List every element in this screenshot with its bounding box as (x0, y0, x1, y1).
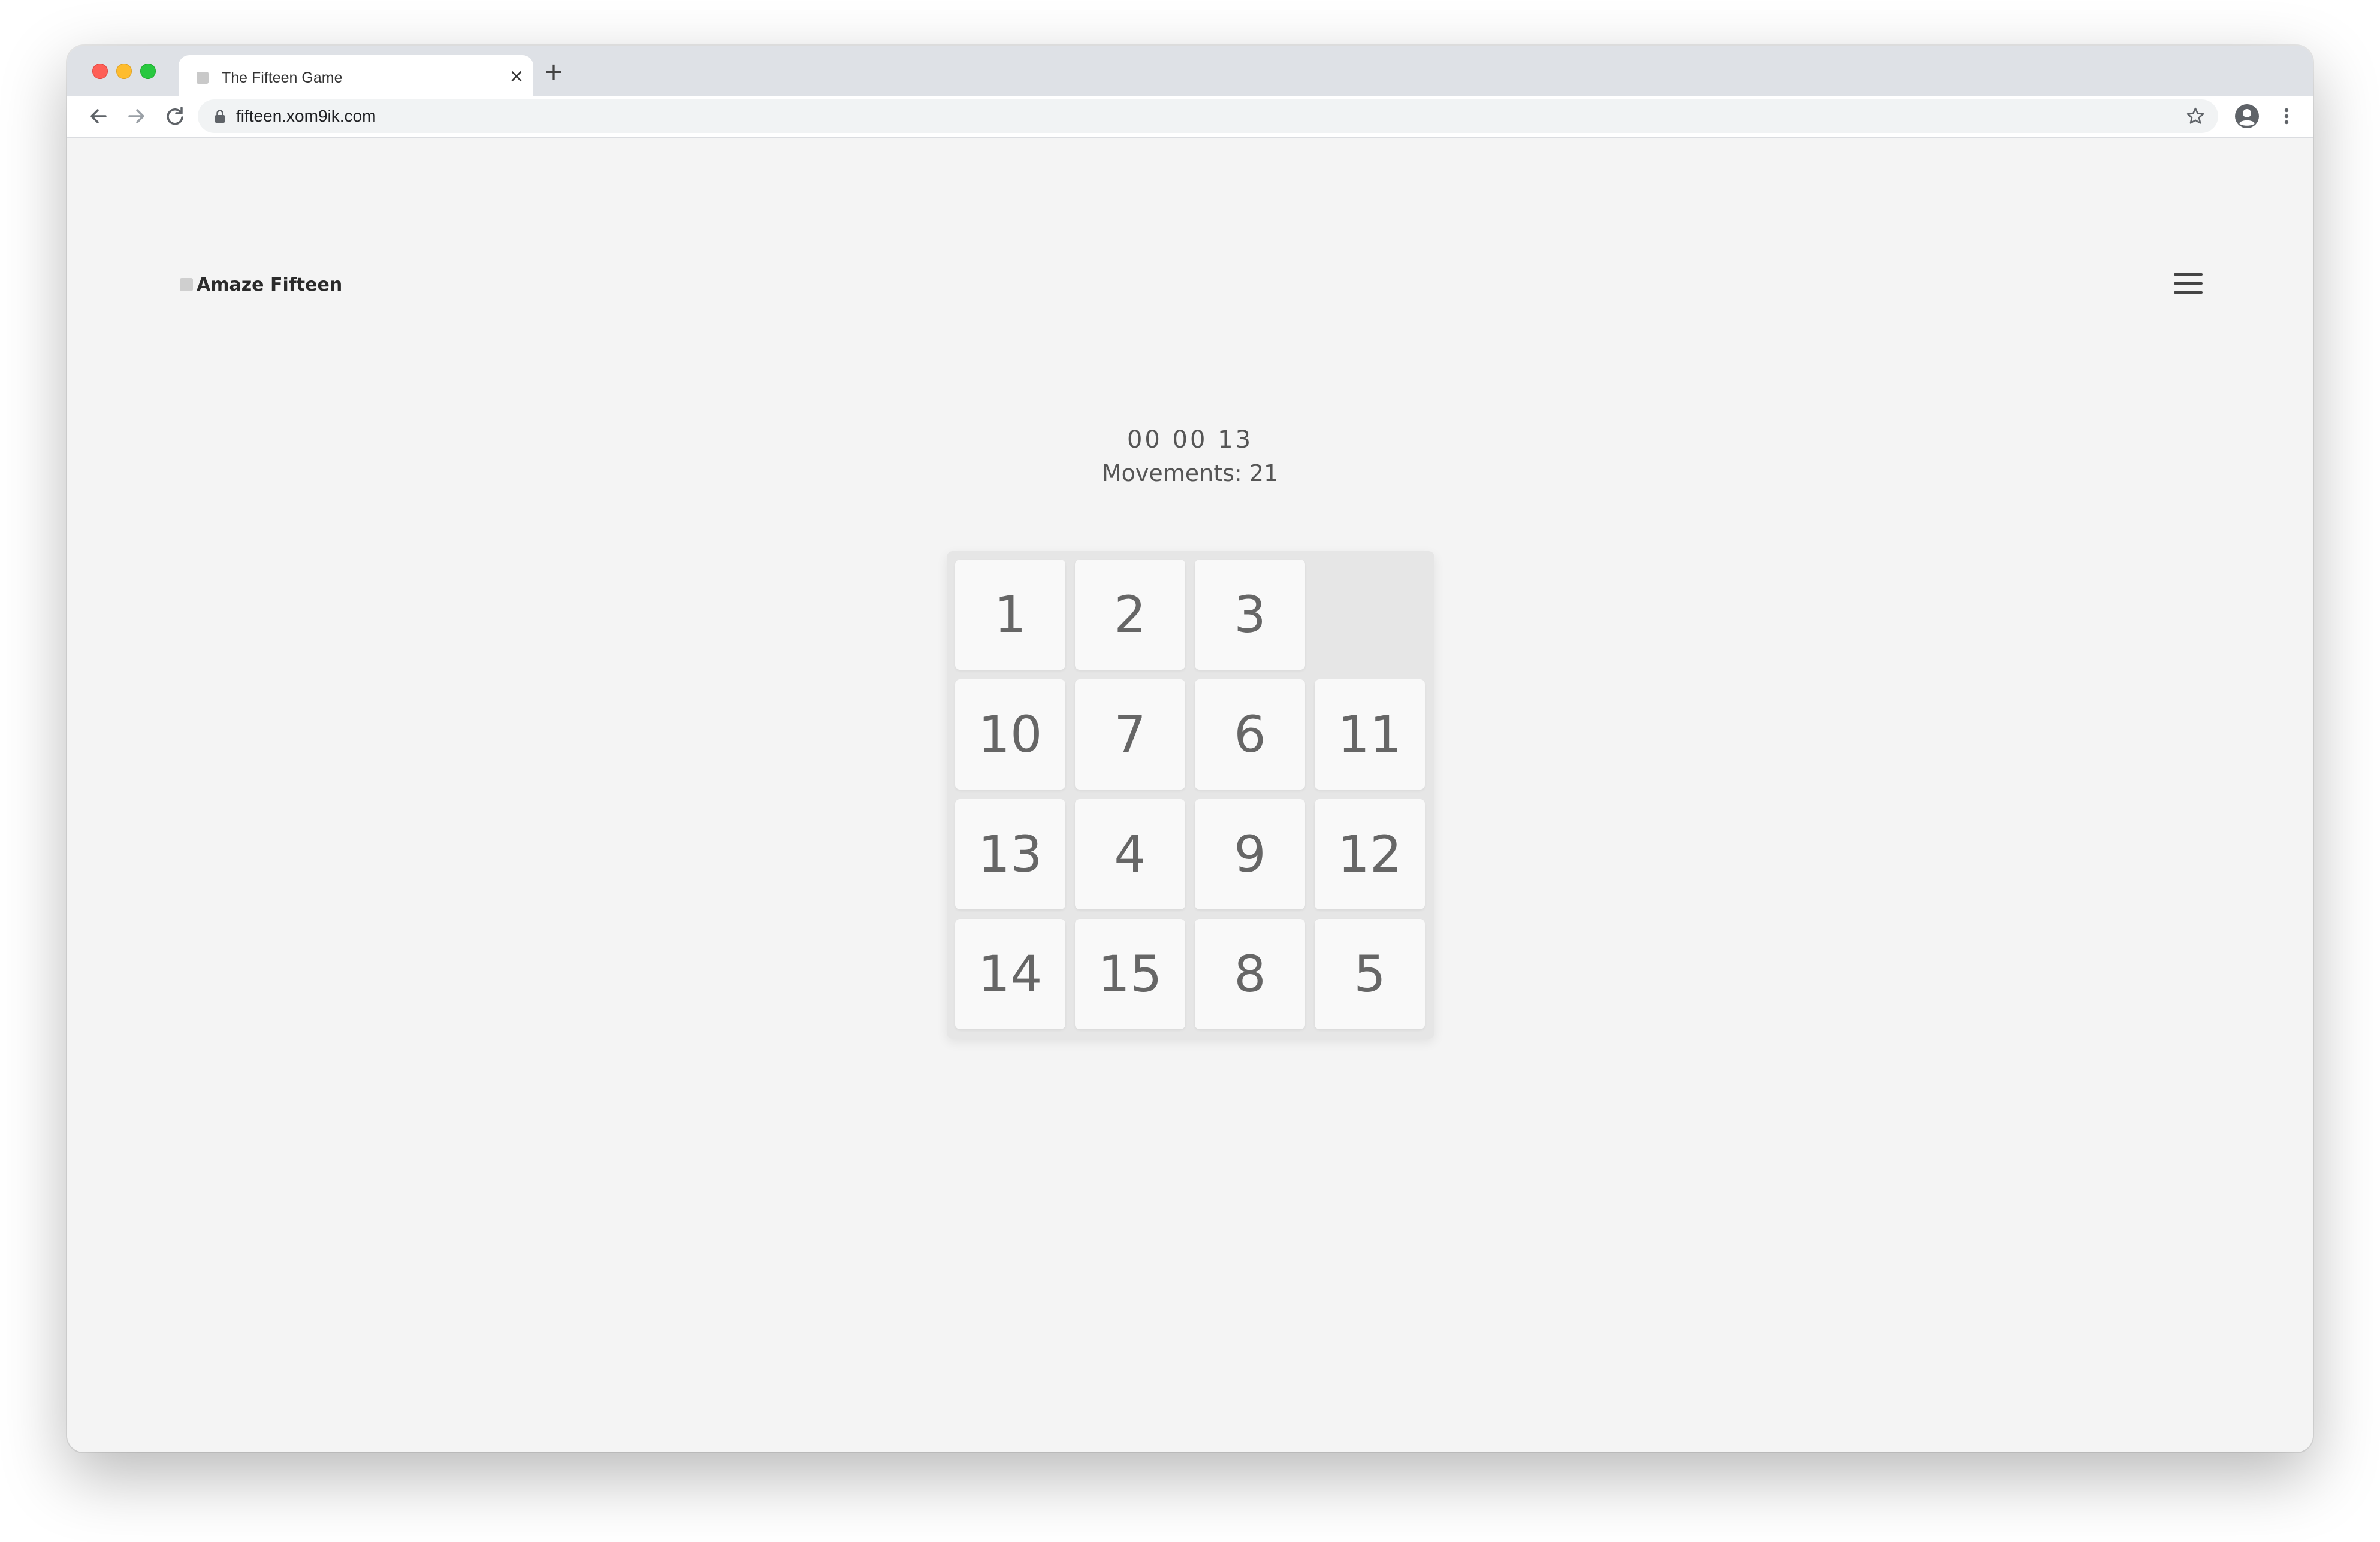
arrow-left-icon (90, 109, 107, 123)
reload-button[interactable] (158, 99, 192, 133)
lock-icon (215, 110, 225, 123)
puzzle-tile[interactable]: 8 (1195, 919, 1305, 1029)
hamburger-menu-icon[interactable] (2170, 268, 2206, 298)
puzzle-tile[interactable]: 4 (1075, 799, 1185, 909)
tab-title: The Fifteen Game (222, 69, 343, 86)
site-brand[interactable]: Amaze Fifteen (180, 270, 342, 300)
url-text[interactable]: fifteen.xom9ik.com (236, 105, 376, 127)
bookmark-star-icon[interactable] (2185, 105, 2206, 127)
empty-slot (1315, 560, 1425, 670)
profile-avatar-icon[interactable] (2233, 102, 2261, 131)
hamburger-line (2174, 291, 2203, 294)
favicon-icon (197, 72, 209, 84)
close-window-button[interactable] (92, 64, 108, 79)
puzzle-tile[interactable]: 7 (1075, 679, 1185, 790)
puzzle-board: 1 2 3 10 7 6 11 13 4 9 12 14 15 8 5 (947, 551, 1434, 1039)
arrow-right-icon (128, 109, 144, 123)
hamburger-line (2174, 282, 2203, 285)
hamburger-line (2174, 273, 2203, 276)
puzzle-tile[interactable]: 5 (1315, 919, 1425, 1029)
browser-toolbar: fifteen.xom9ik.com (67, 96, 2313, 138)
puzzle-tile[interactable]: 3 (1195, 560, 1305, 670)
brand-logo-icon (180, 278, 193, 291)
puzzle-tile[interactable]: 10 (955, 679, 1065, 790)
brand-name: Amaze Fifteen (197, 274, 343, 295)
forward-button[interactable] (120, 99, 153, 133)
address-bar[interactable]: fifteen.xom9ik.com (198, 99, 2218, 133)
movement-counter: Movements: 21 (1101, 460, 1279, 486)
back-button[interactable] (81, 99, 115, 133)
puzzle-tile[interactable]: 14 (955, 919, 1065, 1029)
browser-tab-active[interactable]: The Fifteen Game × (179, 55, 533, 96)
browser-window: The Fifteen Game × + fifteen.xom9ik.com … (67, 46, 2313, 1452)
puzzle-tile[interactable]: 13 (955, 799, 1065, 909)
game-timer: 00 00 13 (1126, 426, 1254, 453)
puzzle-tile[interactable]: 15 (1075, 919, 1185, 1029)
tab-close-icon[interactable]: × (506, 66, 527, 87)
minimize-window-button[interactable] (116, 64, 132, 79)
puzzle-tile[interactable]: 11 (1315, 679, 1425, 790)
tab-strip: The Fifteen Game × + (67, 46, 2313, 96)
new-tab-button[interactable]: + (540, 59, 567, 85)
puzzle-tile[interactable]: 9 (1195, 799, 1305, 909)
puzzle-tile[interactable]: 12 (1315, 799, 1425, 909)
puzzle-tile[interactable]: 2 (1075, 560, 1185, 670)
puzzle-tile[interactable]: 1 (955, 560, 1065, 670)
reload-icon (167, 107, 183, 125)
page-content: Amaze Fifteen 00 00 13 Movements: 21 1 2… (67, 138, 2313, 1452)
puzzle-tile[interactable]: 6 (1195, 679, 1305, 790)
maximize-window-button[interactable] (140, 64, 156, 79)
browser-menu-icon[interactable] (2275, 102, 2299, 131)
